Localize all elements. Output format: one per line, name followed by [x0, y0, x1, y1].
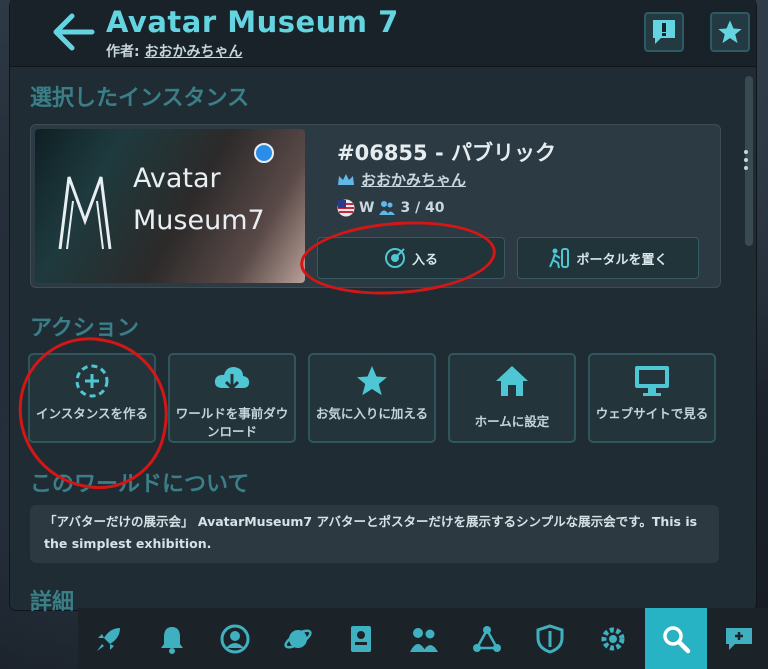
- shield-icon: [536, 623, 564, 654]
- network-icon: [473, 625, 501, 652]
- details-heading: 詳細: [30, 590, 75, 615]
- world-detail-panel: Avatar Museum 7 作者: おおかみちゃん 選択したインスタンス A…: [10, 0, 756, 615]
- author-label: 作者:: [106, 44, 140, 60]
- world-thumbnail[interactable]: Avatar Museum7: [35, 129, 305, 283]
- set-home-button[interactable]: ホームに設定: [448, 353, 576, 443]
- back-button[interactable]: [50, 12, 96, 52]
- star-icon: [718, 20, 742, 44]
- home-icon: [496, 366, 528, 396]
- set-home-label: ホームに設定: [474, 414, 550, 429]
- nav-chat[interactable]: [708, 608, 768, 669]
- about-description: 「アバターだけの展示会」 AvatarMuseum7 アバターとポスターだけを展…: [30, 505, 719, 563]
- instance-title: #06855 - パブリック: [337, 141, 556, 165]
- author-name-link[interactable]: おおかみちゃん: [144, 44, 242, 60]
- place-portal-button[interactable]: ポータルを置く: [517, 237, 699, 279]
- nav-worlds[interactable]: [267, 608, 329, 669]
- rocket-icon: [97, 627, 120, 651]
- author-line: 作者: おおかみちゃん: [106, 41, 242, 61]
- side-handle-icon[interactable]: [744, 150, 748, 172]
- add-favorite-button[interactable]: お気に入りに加える: [308, 353, 436, 443]
- view-website-label: ウェブサイトで見る: [595, 406, 709, 421]
- star-icon: [357, 366, 387, 396]
- favorite-header-button[interactable]: [710, 12, 750, 52]
- thumbnail-text-museum: Museum7: [133, 205, 265, 236]
- nav-search[interactable]: [645, 608, 707, 669]
- bell-icon: [161, 626, 183, 654]
- nav-settings[interactable]: [582, 608, 644, 669]
- report-button[interactable]: [644, 12, 684, 52]
- instance-owner-link[interactable]: おおかみちゃん: [361, 169, 466, 190]
- us-flag-icon: [337, 199, 355, 217]
- people-icon: [410, 627, 438, 652]
- nav-profile[interactable]: [204, 608, 266, 669]
- download-icon: [214, 367, 250, 391]
- view-website-button[interactable]: ウェブサイトで見る: [588, 353, 716, 443]
- player-count: 3 / 40: [400, 200, 445, 216]
- selected-instance-heading: 選択したインスタンス: [30, 86, 250, 111]
- alert-icon: [653, 20, 675, 44]
- nav-notifications[interactable]: [141, 608, 203, 669]
- back-arrow-icon: [53, 13, 95, 51]
- planet-icon: [284, 629, 312, 648]
- nav-safety[interactable]: [519, 608, 581, 669]
- instance-info: W 3 / 40: [337, 199, 445, 217]
- nav-launch[interactable]: [78, 608, 140, 669]
- id-card-icon: [351, 625, 371, 652]
- online-status-icon: [254, 143, 274, 163]
- museum-logo-icon: [58, 176, 112, 250]
- scrollbar[interactable]: [745, 70, 753, 590]
- person-icon: [220, 624, 250, 653]
- chat-add-icon: [726, 627, 752, 650]
- gear-icon: [601, 627, 625, 650]
- nav-avatars[interactable]: [330, 608, 392, 669]
- nav-social[interactable]: [393, 608, 455, 669]
- portal-label: ポータルを置く: [576, 252, 668, 268]
- thumbnail-text-avatar: Avatar: [133, 163, 221, 194]
- header: Avatar Museum 7 作者: おおかみちゃん: [10, 0, 756, 67]
- predownload-world-button[interactable]: ワールドを事前ダウンロード: [168, 353, 296, 443]
- portal-icon: [549, 248, 570, 269]
- nav-groups[interactable]: [456, 608, 518, 669]
- predownload-world-label: ワールドを事前ダウンロード: [175, 406, 289, 439]
- search-icon: [663, 625, 691, 653]
- bottom-nav: [78, 608, 768, 669]
- world-title: Avatar Museum 7: [106, 5, 399, 39]
- instance-owner: おおかみちゃん: [337, 169, 466, 190]
- people-icon: [379, 201, 396, 215]
- crown-icon: [338, 173, 354, 185]
- region-code: W: [359, 200, 375, 216]
- add-favorite-label: お気に入りに加える: [315, 406, 429, 421]
- monitor-icon: [635, 366, 669, 396]
